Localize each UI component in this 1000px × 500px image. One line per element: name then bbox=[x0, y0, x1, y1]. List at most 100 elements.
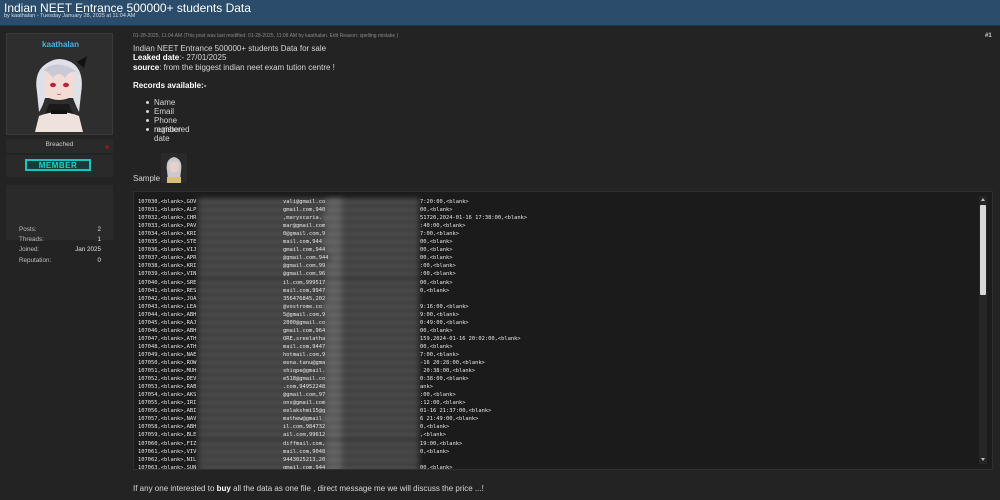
code-block[interactable]: 107030,<blank>,GOV vali@gmail.co 7:20:00,<… bbox=[133, 191, 993, 470]
code-line-middle: hotmail.com,9 bbox=[283, 351, 326, 358]
post-meta: 01-28-2025, 11:04 AM (This post was last… bbox=[133, 33, 399, 39]
scroll-up-arrow-icon[interactable] bbox=[981, 198, 985, 201]
code-line-suffix: 0,<blank> bbox=[420, 287, 450, 294]
redaction-blur bbox=[323, 215, 419, 222]
redaction-blur bbox=[323, 303, 419, 310]
code-line-suffix: 159,2024-01-16 20:02:00,<blank> bbox=[420, 335, 521, 342]
code-scrollbar-thumb[interactable] bbox=[980, 205, 986, 295]
code-line-middle: mail.com,9447 bbox=[283, 343, 326, 350]
sample-label: Sample bbox=[133, 174, 161, 183]
redaction-blur bbox=[323, 239, 419, 246]
scroll-down-arrow-icon[interactable] bbox=[981, 458, 985, 461]
code-line-suffix: 0,<blank> bbox=[420, 448, 450, 455]
code-line-suffix: 7:00,<blank> bbox=[420, 231, 459, 238]
stat-value[interactable]: 0 bbox=[97, 257, 101, 264]
code-line-suffix: :00,<blank> bbox=[420, 263, 456, 270]
redaction-blur bbox=[326, 456, 419, 463]
code-line-middle: mar@gmail.com bbox=[283, 223, 326, 230]
footer-suffix: all the data as one file , direct messag… bbox=[230, 484, 484, 493]
code-line-middle: @gmail.com,944 bbox=[283, 255, 329, 262]
code-line-middle: mail.com,9048 bbox=[283, 448, 326, 455]
code-line-prefix: 107051,<blank>,MUH bbox=[138, 368, 197, 375]
stat-posts: Posts: 2 bbox=[19, 226, 101, 235]
records-list: Name Email Phone number registered date bbox=[145, 98, 190, 143]
code-line-prefix: 107054,<blank>,AKS bbox=[138, 392, 197, 399]
list-item: registered date bbox=[145, 125, 190, 143]
stat-joined: Joined: Jan 2025 bbox=[19, 246, 101, 255]
code-line-prefix: 107032,<blank>,CHR bbox=[138, 215, 197, 222]
code-line-middle: e518@gmail.co bbox=[283, 376, 326, 383]
code-line-suffix: 7:20:00,<blank> bbox=[420, 199, 469, 205]
code-line-suffix: 00,<blank> bbox=[420, 247, 453, 254]
sample-image-thumbnail[interactable] bbox=[161, 153, 187, 183]
code-line-middle: shiqpe@gmail. bbox=[283, 368, 326, 375]
source-label: source bbox=[133, 63, 160, 72]
user-avatar[interactable] bbox=[29, 52, 89, 132]
post-number-link[interactable]: #1 bbox=[985, 33, 992, 39]
redaction-blur bbox=[326, 392, 419, 399]
redaction-blur bbox=[326, 295, 419, 302]
post-footer: If any one interested to buy all the dat… bbox=[133, 484, 484, 493]
redaction-blur bbox=[326, 263, 419, 270]
username-link[interactable]: kaathalan bbox=[7, 40, 114, 49]
redaction-blur bbox=[326, 384, 419, 391]
code-line-prefix: 107055,<blank>,IRI bbox=[138, 400, 197, 407]
stat-value: Jan 2025 bbox=[75, 246, 101, 253]
records-heading: Records available:- bbox=[133, 81, 206, 90]
code-line-suffix: 00,<blank> bbox=[420, 343, 453, 350]
redaction-blur bbox=[326, 376, 419, 383]
code-line-suffix: 6 21:49:00,<blank> bbox=[420, 416, 479, 423]
code-line-prefix: 107036,<blank>,VIJ bbox=[138, 247, 197, 254]
code-line-suffix: 0:49:00,<blank> bbox=[420, 319, 469, 326]
code-line-suffix: 0:38:00,<blank> bbox=[420, 376, 469, 383]
user-panel: kaathalan Breached MEMBER Posts: 2 Threa… bbox=[6, 33, 114, 264]
stat-value[interactable]: 1 bbox=[97, 236, 101, 243]
footer-prefix: If any one interested to bbox=[133, 484, 217, 493]
code-line-prefix: 107038,<blank>,KRI bbox=[138, 263, 197, 270]
code-line-suffix: 00,<blank> bbox=[420, 279, 453, 286]
code-line-prefix: 107039,<blank>,VIN bbox=[138, 271, 197, 278]
code-line-middle: @gmail.com,99 bbox=[283, 263, 326, 270]
code-line-prefix: 107057,<blank>,NAV bbox=[138, 416, 197, 423]
stat-label: Reputation: bbox=[19, 257, 52, 264]
redaction-blur bbox=[326, 432, 419, 439]
code-line-prefix: 107061,<blank>,VIV bbox=[138, 448, 197, 455]
code-line-prefix: 107063,<blank>,SUN bbox=[138, 464, 197, 470]
code-line-middle: 356476845,202 bbox=[283, 295, 326, 302]
code-line-middle: mail.com,944 bbox=[283, 239, 322, 246]
code-line-middle: diffmail.com, bbox=[283, 440, 326, 447]
redaction-blur bbox=[326, 287, 419, 294]
code-line-prefix: 107042,<blank>,JOA bbox=[138, 295, 197, 302]
code-line-prefix: 107060,<blank>,FIZ bbox=[138, 440, 197, 447]
code-line-prefix: 107034,<blank>,KRI bbox=[138, 231, 197, 238]
code-line-middle: @gmail.com,97 bbox=[283, 392, 326, 399]
source-value: : from the biggest indian neet exam tuti… bbox=[159, 63, 335, 72]
code-line-middle: eena.tanu@gma bbox=[283, 360, 326, 366]
code-line-prefix: 107049,<blank>,NAE bbox=[138, 351, 197, 358]
code-line-middle: ail.com,99612 bbox=[283, 432, 326, 439]
redaction-blur bbox=[326, 343, 419, 350]
code-line-suffix: ank> bbox=[420, 384, 433, 391]
user-status-bar: Breached bbox=[6, 139, 113, 153]
redaction-blur bbox=[326, 207, 419, 214]
code-line-prefix: 107033,<blank>,PAV bbox=[138, 223, 197, 230]
redaction-blur bbox=[326, 311, 419, 318]
redaction-blur bbox=[326, 327, 419, 334]
redaction-blur bbox=[326, 464, 419, 469]
code-line-suffix: 00,<blank> bbox=[420, 255, 453, 262]
code-line-prefix: 107037,<blank>,APR bbox=[138, 255, 197, 262]
code-line-suffix: 7:00,<blank> bbox=[420, 351, 459, 358]
redaction-blur bbox=[326, 408, 419, 415]
redaction-blur bbox=[326, 231, 419, 238]
code-line-suffix: 01-16 21:37:00,<blank> bbox=[420, 408, 492, 415]
code-line-suffix: 51720,2024-01-16 17:38:00,<blank> bbox=[420, 215, 528, 222]
redaction-blur bbox=[326, 440, 419, 447]
code-line-suffix: -16 20:28:00,<blank> bbox=[420, 360, 485, 366]
user-rank-bar: MEMBER bbox=[6, 155, 113, 177]
code-line-prefix: 107058,<blank>,ABH bbox=[138, 424, 197, 431]
code-line-suffix: 19:00,<blank> bbox=[420, 440, 463, 447]
member-rank-badge: MEMBER bbox=[25, 159, 91, 171]
offline-indicator-icon bbox=[105, 145, 109, 149]
stat-value[interactable]: 2 bbox=[97, 226, 101, 233]
stat-reputation: Reputation: 0 bbox=[19, 257, 101, 266]
